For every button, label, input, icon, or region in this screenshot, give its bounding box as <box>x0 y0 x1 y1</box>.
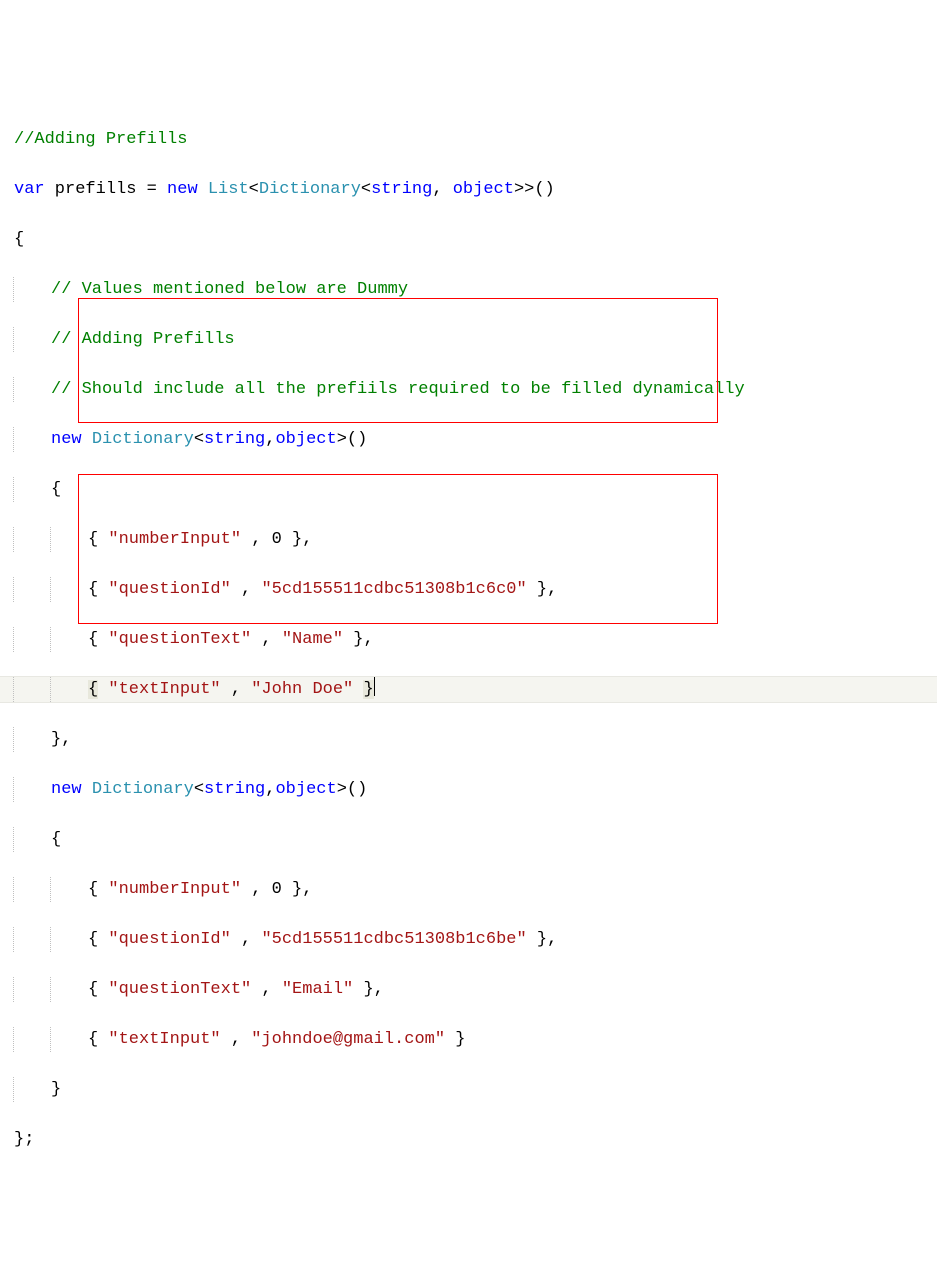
keyword: new <box>157 180 208 199</box>
brace: { <box>14 230 24 249</box>
punct: >() <box>337 780 368 799</box>
comment: //Adding Prefills <box>14 130 187 149</box>
string: "questionId" <box>108 930 230 949</box>
punct: >() <box>337 430 368 449</box>
text-caret <box>374 677 375 696</box>
keyword: object <box>453 180 514 199</box>
code-line: { <box>0 477 937 502</box>
string: "numberInput" <box>108 530 241 549</box>
comment: // Should include all the prefiils requi… <box>51 380 745 399</box>
highlight-box-1 <box>78 298 718 423</box>
code-line: { "numberInput" , 0 }, <box>0 527 937 552</box>
punct: < <box>194 780 204 799</box>
brace: } <box>51 1080 61 1099</box>
identifier: prefills <box>45 180 147 199</box>
keyword: object <box>275 780 336 799</box>
keyword: new <box>51 430 92 449</box>
type: List <box>208 180 249 199</box>
punct: < <box>361 180 371 199</box>
code-line: var prefills = new List<Dictionary<strin… <box>0 177 937 202</box>
brace: { <box>51 480 61 499</box>
comment: // Adding Prefills <box>51 330 235 349</box>
string: "textInput" <box>108 1030 220 1049</box>
code-editor[interactable]: //Adding Prefills var prefills = new Lis… <box>0 102 937 1252</box>
keyword: object <box>275 430 336 449</box>
code-line: { <box>0 827 937 852</box>
code-line: new Dictionary<string,object>() <box>0 427 937 452</box>
code-line: } <box>0 1077 937 1102</box>
code-line: }; <box>0 1127 937 1152</box>
code-line: new Dictionary<string,object>() <box>0 777 937 802</box>
code-line: { "numberInput" , 0 }, <box>0 877 937 902</box>
keyword: var <box>14 180 45 199</box>
string: "questionText" <box>108 980 251 999</box>
string: "Email" <box>282 980 353 999</box>
keyword: string <box>371 180 432 199</box>
comment: // Values mentioned below are Dummy <box>51 280 408 299</box>
brace: }, <box>51 730 71 749</box>
number: 0 <box>272 880 282 899</box>
string: "questionId" <box>108 580 230 599</box>
string: "5cd155511cdbc51308b1c6be" <box>261 930 526 949</box>
code-line: // Adding Prefills <box>0 327 937 352</box>
string: "johndoe@gmail.com" <box>251 1030 445 1049</box>
string: "John Doe" <box>251 680 353 699</box>
string: "numberInput" <box>108 880 241 899</box>
brace: }; <box>14 1130 34 1149</box>
code-line-current: { "textInput" , "John Doe" } <box>0 677 937 702</box>
code-line: { "questionId" , "5cd155511cdbc51308b1c6… <box>0 577 937 602</box>
code-line: { "textInput" , "johndoe@gmail.com" } <box>0 1027 937 1052</box>
punct: >>() <box>514 180 555 199</box>
code-line: }, <box>0 727 937 752</box>
code-line: { "questionText" , "Email" }, <box>0 977 937 1002</box>
punct: , <box>265 780 275 799</box>
punct: , <box>432 180 452 199</box>
code-line: // Values mentioned below are Dummy <box>0 277 937 302</box>
code-line: { "questionText" , "Name" }, <box>0 627 937 652</box>
string: "5cd155511cdbc51308b1c6c0" <box>261 580 526 599</box>
string: "textInput" <box>108 680 220 699</box>
keyword: new <box>51 780 92 799</box>
code-line: // Should include all the prefiils requi… <box>0 377 937 402</box>
operator: = <box>147 180 157 199</box>
keyword: string <box>204 430 265 449</box>
keyword: string <box>204 780 265 799</box>
punct: , <box>265 430 275 449</box>
type: Dictionary <box>259 180 361 199</box>
code-line: { "questionId" , "5cd155511cdbc51308b1c6… <box>0 927 937 952</box>
punct: < <box>194 430 204 449</box>
brace: { <box>51 830 61 849</box>
code-line: //Adding Prefills <box>0 127 937 152</box>
punct: < <box>249 180 259 199</box>
number: 0 <box>272 530 282 549</box>
type: Dictionary <box>92 430 194 449</box>
type: Dictionary <box>92 780 194 799</box>
string: "questionText" <box>108 630 251 649</box>
string: "Name" <box>282 630 343 649</box>
code-line: { <box>0 227 937 252</box>
